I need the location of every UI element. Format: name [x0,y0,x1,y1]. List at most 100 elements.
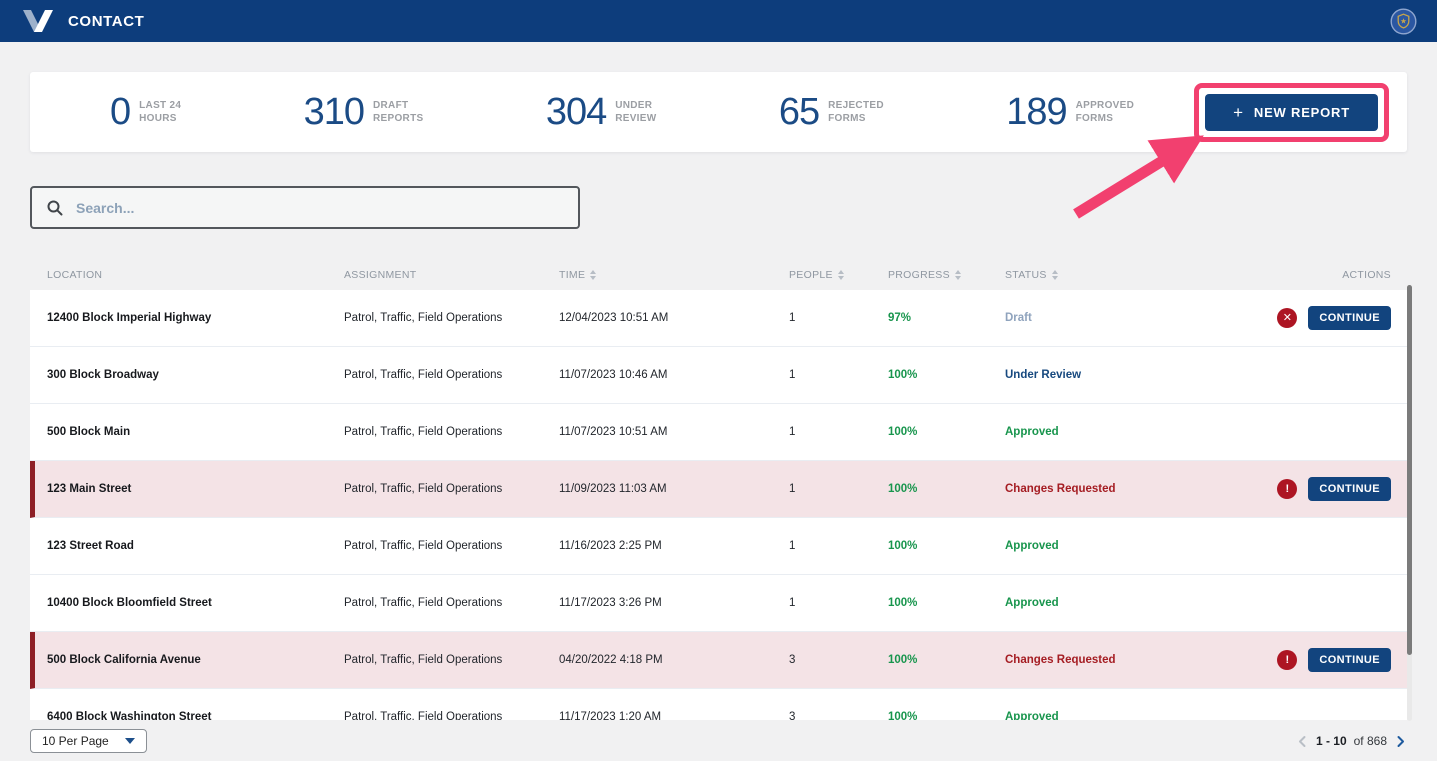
cell-people: 1 [789,540,888,552]
new-report-label: NEW REPORT [1254,105,1350,120]
exclamation-circle-icon[interactable]: ! [1277,650,1297,670]
table-row: 300 Block Broadway Patrol, Traffic, Fiel… [30,347,1407,404]
exclamation-circle-icon[interactable]: ! [1277,479,1297,499]
column-label: TIME [559,269,585,281]
stat-value: 0 [110,91,130,134]
sort-icon[interactable] [955,270,961,280]
cell-assignment: Patrol, Traffic, Field Operations [344,369,559,381]
reports-table: LOCATION ASSIGNMENT TIME PEOPLE PROGRESS… [30,260,1407,720]
continue-button[interactable]: CONTINUE [1308,648,1391,672]
cell-location: 12400 Block Imperial Highway [47,312,344,324]
cell-progress: 100% [888,540,1005,552]
cell-status: Under Review [1005,369,1275,381]
cell-location: 6400 Block Washington Street [47,711,344,720]
cell-people: 3 [789,711,888,720]
stat-item: 189 APPROVED FORMS [1006,91,1134,134]
cell-status: Approved [1005,540,1275,552]
cell-assignment: Patrol, Traffic, Field Operations [344,312,559,324]
stat-value: 304 [546,91,606,134]
stat-label: APPROVED FORMS [1076,99,1135,125]
table-scrollbar[interactable] [1407,285,1412,721]
column-label: ACTIONS [1342,269,1391,281]
sort-icon[interactable] [1052,270,1058,280]
column-label: PROGRESS [888,269,950,281]
new-report-highlight-box: + NEW REPORT [1194,83,1389,142]
table-row: 12400 Block Imperial Highway Patrol, Tra… [30,290,1407,347]
cell-status: Changes Requested [1005,654,1275,666]
close-circle-icon[interactable]: ✕ [1277,308,1297,328]
app-title: CONTACT [68,13,144,30]
top-nav-bar: CONTACT [0,0,1437,42]
stat-value: 189 [1006,91,1066,134]
table-row: 123 Street Road Patrol, Traffic, Field O… [30,518,1407,575]
cell-time: 11/16/2023 2:25 PM [559,540,789,552]
column-header: ASSIGNMENT [344,269,559,281]
stat-item: 310 DRAFT REPORTS [304,91,424,134]
cell-location: 123 Street Road [47,540,344,552]
per-page-value: 10 Per Page [42,734,109,748]
search-bar[interactable] [30,186,580,229]
column-header: ACTIONS [1275,269,1391,281]
table-body: 12400 Block Imperial Highway Patrol, Tra… [30,290,1407,720]
cell-progress: 100% [888,369,1005,381]
cell-people: 1 [789,369,888,381]
stat-value: 310 [304,91,364,134]
sort-icon[interactable] [590,270,596,280]
cell-time: 11/07/2023 10:51 AM [559,426,789,438]
column-header: PEOPLE [789,269,888,281]
cell-people: 3 [789,654,888,666]
page-total: of 868 [1354,734,1387,748]
table-row: 500 Block Main Patrol, Traffic, Field Op… [30,404,1407,461]
brand: CONTACT [22,8,144,35]
cell-time: 12/04/2023 10:51 AM [559,312,789,324]
app-logo-icon [22,8,54,35]
cell-progress: 100% [888,426,1005,438]
stat-item: 304 UNDER REVIEW [546,91,657,134]
column-header: PROGRESS [888,269,1005,281]
stat-label: DRAFT REPORTS [373,99,423,125]
cell-progress: 100% [888,483,1005,495]
cell-assignment: Patrol, Traffic, Field Operations [344,540,559,552]
column-header: LOCATION [47,269,344,281]
cell-time: 11/17/2023 3:26 PM [559,597,789,609]
page-range: 1 - 10 [1316,734,1347,748]
stat-label: REJECTED FORMS [828,99,884,125]
cell-people: 1 [789,483,888,495]
column-header: STATUS [1005,269,1275,281]
cell-progress: 100% [888,654,1005,666]
table-row: 500 Block California Avenue Patrol, Traf… [30,632,1407,689]
badge-shield-icon[interactable] [1390,8,1417,35]
cell-status: Draft [1005,312,1275,324]
stat-label: UNDER REVIEW [615,99,656,125]
continue-button[interactable]: CONTINUE [1308,477,1391,501]
cell-progress: 100% [888,711,1005,720]
cell-time: 04/20/2022 4:18 PM [559,654,789,666]
cell-progress: 97% [888,312,1005,324]
stat-item: 0 LAST 24 HOURS [110,91,181,134]
next-page-icon[interactable] [1394,735,1407,748]
per-page-select[interactable]: 10 Per Page [30,729,147,753]
cell-location: 500 Block Main [47,426,344,438]
cell-assignment: Patrol, Traffic, Field Operations [344,597,559,609]
continue-button[interactable]: CONTINUE [1308,306,1391,330]
new-report-button[interactable]: + NEW REPORT [1205,94,1378,131]
cell-actions: ✕ CONTINUE [1275,306,1391,330]
page-info: 1 - 10 of 868 [1296,734,1407,748]
table-header: LOCATION ASSIGNMENT TIME PEOPLE PROGRESS… [30,260,1407,290]
plus-icon: + [1233,104,1244,121]
cell-location: 123 Main Street [47,483,344,495]
table-row: 6400 Block Washington Street Patrol, Tra… [30,689,1407,720]
cell-time: 11/17/2023 1:20 AM [559,711,789,720]
cell-people: 1 [789,312,888,324]
table-row: 123 Main Street Patrol, Traffic, Field O… [30,461,1407,518]
column-label: STATUS [1005,269,1047,281]
chevron-down-icon [125,738,135,744]
cell-location: 10400 Block Bloomfield Street [47,597,344,609]
search-icon [47,200,63,216]
prev-page-icon[interactable] [1296,735,1309,748]
sort-icon[interactable] [838,270,844,280]
column-header: TIME [559,269,789,281]
column-label: ASSIGNMENT [344,269,416,281]
search-input[interactable] [76,200,563,216]
scrollbar-thumb[interactable] [1407,285,1412,655]
